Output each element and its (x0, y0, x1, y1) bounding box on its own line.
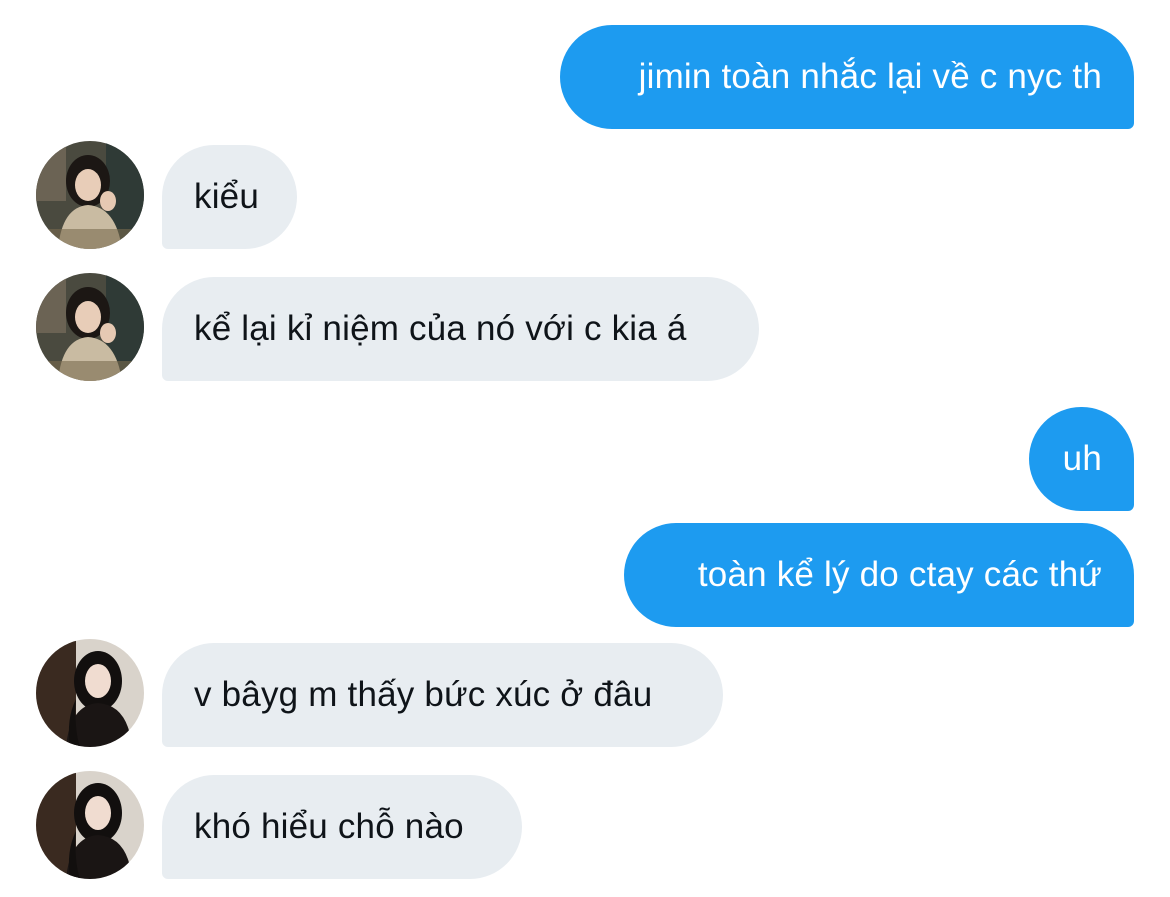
sender-avatar[interactable] (36, 639, 144, 747)
message-text: kiểu (194, 177, 260, 216)
sender-avatar[interactable] (36, 771, 144, 879)
message-bubble-incoming[interactable]: khó hiểu chỗ nào (162, 775, 522, 879)
message-text: jimin toàn nhắc lại về c nyc th (638, 57, 1102, 96)
message-bubble-incoming[interactable]: kể lại kỉ niệm của nó với c kia á (162, 277, 759, 381)
avatar-photo-girl-dark-hair-icon (36, 771, 144, 879)
avatar-photo-girl-dark-hair-icon (36, 639, 144, 747)
avatar-photo-girl-sweater-icon (36, 141, 144, 249)
message-text: uh (1062, 439, 1102, 478)
message-text: toàn kể lý do ctay các thứ (697, 555, 1102, 594)
avatar-photo-girl-sweater-icon (36, 273, 144, 381)
sender-avatar[interactable] (36, 273, 144, 381)
message-text: v bâyg m thấy bức xúc ở đâu (194, 675, 653, 714)
message-bubble-outgoing[interactable]: jimin toàn nhắc lại về c nyc th (560, 25, 1134, 129)
message-bubble-outgoing[interactable]: toàn kể lý do ctay các thứ (624, 523, 1134, 627)
message-bubble-incoming[interactable]: kiểu (162, 145, 297, 249)
message-text: khó hiểu chỗ nào (194, 807, 464, 846)
sender-avatar[interactable] (36, 141, 144, 249)
message-bubble-incoming[interactable]: v bâyg m thấy bức xúc ở đâu (162, 643, 723, 747)
message-bubble-outgoing[interactable]: uh (1029, 407, 1134, 511)
message-text: kể lại kỉ niệm của nó với c kia á (194, 309, 687, 348)
